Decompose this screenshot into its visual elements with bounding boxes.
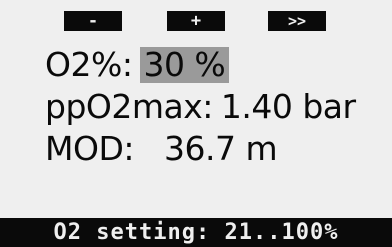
o2-setting-range-text: O2 setting: 21..100% [53, 220, 339, 245]
o2-percent-row: O2%: 30 % [45, 44, 230, 86]
status-bar: O2 setting: 21..100% [0, 218, 392, 247]
o2-percent-value-field[interactable]: 30 % [140, 47, 230, 83]
increase-softkey[interactable]: + [167, 11, 225, 31]
ppo2max-value: 1.40 bar [220, 87, 356, 126]
mod-row: MOD: 36.7 m [45, 128, 278, 170]
next-softkey[interactable]: >> [268, 11, 326, 31]
mod-value: 36.7 m [163, 129, 278, 168]
o2-percent-label: O2%: [45, 45, 133, 84]
decrease-softkey-label: - [87, 11, 99, 31]
next-softkey-label: >> [287, 12, 307, 30]
ppo2max-label: ppO2max: [45, 87, 213, 126]
increase-softkey-label: + [190, 11, 202, 31]
decrease-softkey[interactable]: - [64, 11, 122, 31]
ppo2max-row: ppO2max: 1.40 bar [45, 86, 356, 128]
mod-label: MOD: [45, 129, 134, 168]
dive-computer-screen: - + >> O2%: 30 % ppO2max: 1.40 bar MOD: 36.… [0, 0, 392, 247]
